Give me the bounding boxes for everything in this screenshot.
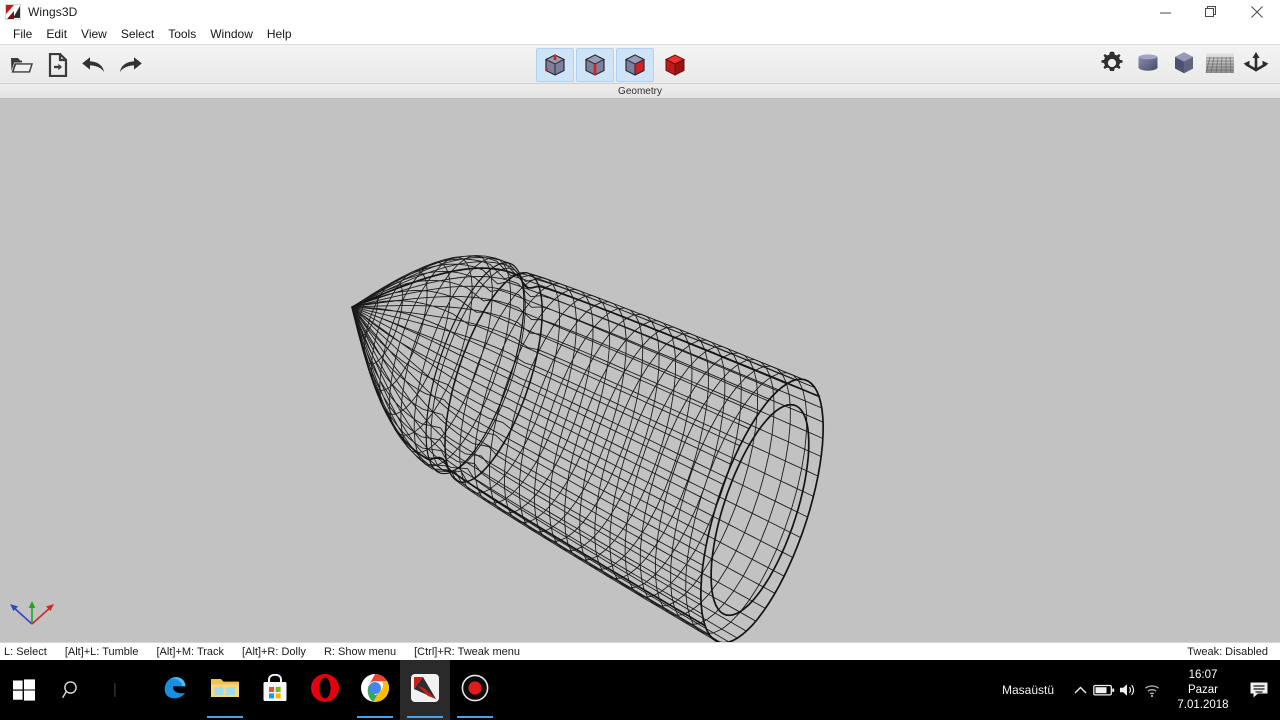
edge-mode-button[interactable] [576, 48, 614, 82]
show-axes-button[interactable] [1238, 48, 1274, 82]
record-icon [461, 674, 489, 707]
undo-button[interactable] [76, 48, 112, 82]
wifi-icon[interactable] [1140, 660, 1164, 720]
cube-flat-icon [1170, 49, 1198, 82]
wings3d-application-window: Wings3D File Edit View Select Tools Wind… [0, 0, 1280, 720]
preferences-button[interactable] [1094, 48, 1130, 82]
geometry-viewport[interactable] [0, 99, 1280, 642]
geometry-caption-label: Geometry [618, 85, 662, 97]
cube-face-icon [622, 52, 648, 78]
clock-day: Pazar [1187, 683, 1219, 696]
windows-start-icon[interactable] [0, 660, 48, 720]
taskbar-edge[interactable] [150, 660, 200, 720]
opera-icon [310, 673, 340, 708]
clock[interactable]: 16:07 Pazar 7.01.2018 [1164, 660, 1242, 720]
menu-item-select[interactable]: Select [114, 25, 161, 43]
running-indicator [407, 716, 443, 718]
grid-plane-icon [1205, 51, 1235, 80]
system-tray: Masaüstü 16:07 Pazar 7.01.2018 [1002, 660, 1280, 720]
hint-track: [Alt]+M: Track [156, 645, 225, 658]
menu-item-file[interactable]: File [6, 25, 39, 43]
menu-item-window[interactable]: Window [203, 25, 260, 43]
toolbar-right-group [1094, 45, 1274, 85]
taskbar-wings3d[interactable] [400, 660, 450, 720]
menu-item-tools[interactable]: Tools [161, 25, 203, 43]
running-indicator [207, 716, 243, 718]
face-mode-button[interactable] [616, 48, 654, 82]
taskbar-chrome[interactable] [350, 660, 400, 720]
axes-indicator [4, 594, 60, 628]
microsoft-store-icon [262, 673, 288, 707]
show-desktop-label[interactable]: Masaüstü [1002, 683, 1054, 697]
chevron-up-icon[interactable] [1068, 660, 1092, 720]
taskbar-microsoft-store[interactable] [250, 660, 300, 720]
main-toolbar [0, 44, 1280, 84]
battery-icon[interactable] [1092, 660, 1116, 720]
clock-time: 16:07 [1188, 668, 1218, 681]
gear-icon [1099, 50, 1125, 81]
file-explorer-icon [210, 675, 240, 706]
running-indicator [457, 716, 493, 718]
task-view-icon[interactable] [110, 660, 136, 720]
search-icon[interactable] [48, 660, 96, 720]
wings3d-logo-icon [5, 4, 21, 20]
cube-body-icon [662, 52, 688, 78]
status-hints: L: Select [Alt]+L: Tumble [Alt]+M: Track… [0, 646, 538, 658]
menu-item-view[interactable]: View [74, 25, 114, 43]
cube-edge-icon [582, 52, 608, 78]
window-controls [1142, 0, 1280, 24]
minimize-icon[interactable] [1142, 0, 1188, 24]
hint-tumble: [Alt]+L: Tumble [64, 645, 139, 658]
hint-tweak-menu: [Ctrl]+R: Tweak menu [414, 645, 520, 658]
hint-dolly: [Alt]+R: Dolly [242, 645, 306, 658]
ground-plane-button[interactable] [1202, 48, 1238, 82]
chrome-icon [360, 673, 390, 708]
taskbar-file-explorer[interactable] [200, 660, 250, 720]
windows-taskbar: » Masaüstü [0, 660, 1280, 720]
export-file-button[interactable] [40, 48, 76, 82]
open-file-button[interactable] [4, 48, 40, 82]
axes-icon [1242, 50, 1270, 81]
selection-mode-group [535, 45, 695, 85]
hint-show-menu: R: Show menu [323, 645, 397, 658]
menu-bar: File Edit View Select Tools Window Help [0, 24, 1280, 44]
restore-icon[interactable] [1188, 0, 1234, 24]
toolbar-left-group [4, 45, 148, 85]
wings3d-icon [410, 673, 440, 708]
flat-shade-button[interactable] [1166, 48, 1202, 82]
cube-smooth-icon [1134, 49, 1162, 82]
smooth-shade-button[interactable] [1130, 48, 1166, 82]
window-title: Wings3D [28, 5, 78, 19]
model-wireframe [351, 255, 825, 642]
cube-vertex-icon [542, 52, 568, 78]
clock-date: 7.01.2018 [1177, 698, 1229, 711]
body-mode-button[interactable] [656, 48, 694, 82]
close-icon[interactable] [1234, 0, 1280, 24]
menu-item-edit[interactable]: Edit [39, 25, 74, 43]
tweak-status: Tweak: Disabled [1187, 645, 1268, 658]
taskbar-opera[interactable] [300, 660, 350, 720]
running-indicator [357, 716, 393, 718]
title-bar: Wings3D [0, 0, 1280, 24]
hint-select: L: Select [4, 645, 47, 658]
geometry-window-caption: Geometry [0, 84, 1280, 99]
notification-icon[interactable] [1242, 660, 1276, 720]
edge-icon [160, 673, 190, 708]
status-bar: L: Select [Alt]+L: Tumble [Alt]+M: Track… [0, 642, 1280, 660]
vertex-mode-button[interactable] [536, 48, 574, 82]
menu-item-help[interactable]: Help [260, 25, 299, 43]
taskbar-app-list [150, 660, 500, 720]
redo-button[interactable] [112, 48, 148, 82]
taskbar-screen-recorder[interactable] [450, 660, 500, 720]
speaker-icon[interactable] [1116, 660, 1140, 720]
